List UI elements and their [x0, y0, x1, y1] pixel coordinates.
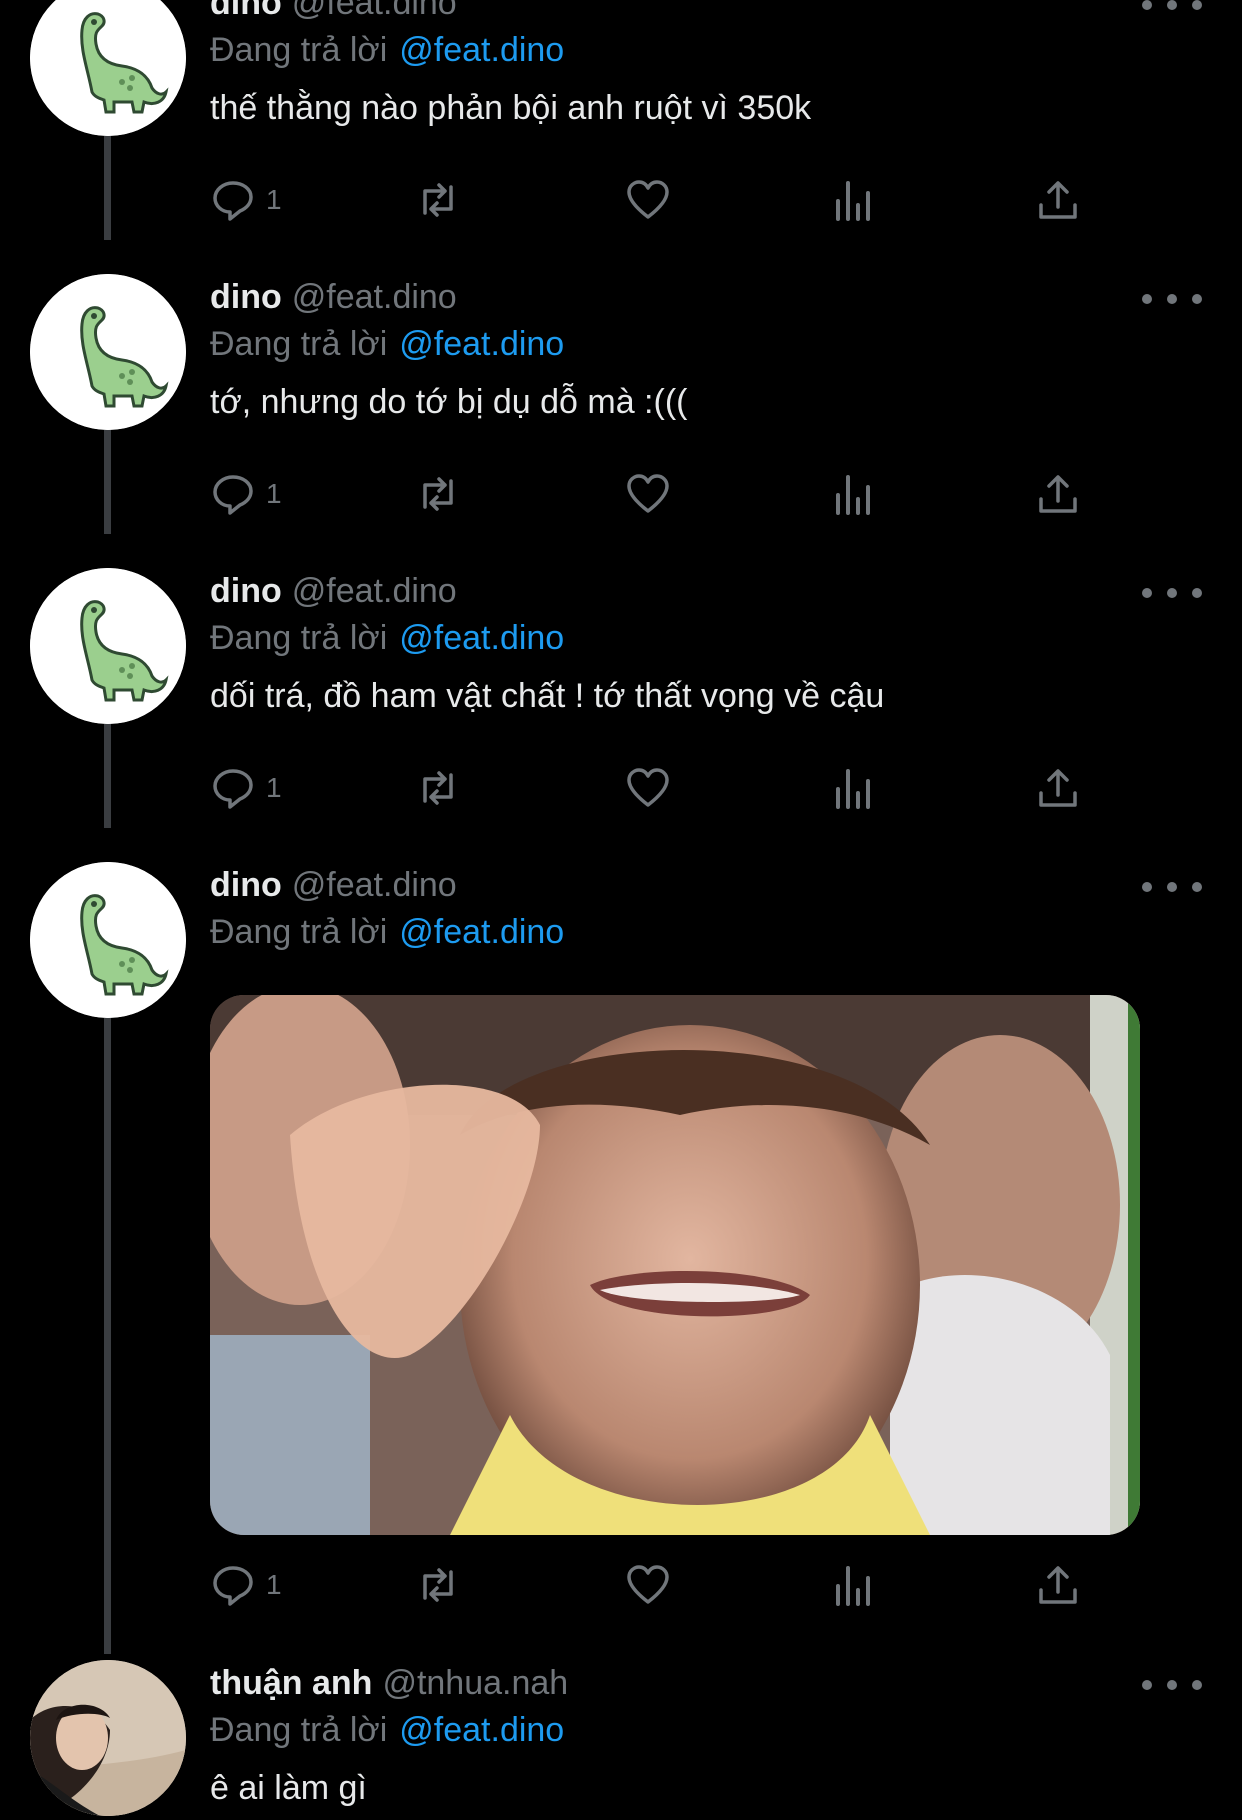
reply-icon [213, 1566, 253, 1606]
reply-button[interactable]: 1 [210, 1555, 282, 1615]
author-name[interactable]: dino [210, 866, 282, 904]
reply-mention-link[interactable]: @feat.dino [399, 619, 564, 657]
share-icon [1039, 769, 1077, 807]
reply-prefix: Đang trả lời [210, 619, 388, 657]
tweet[interactable]: thuận anh @tnhua.nah Đang trả lời @feat.di… [0, 1660, 1242, 1820]
dino-avatar-icon [30, 0, 186, 136]
retweet-button[interactable] [415, 758, 461, 818]
reply-button[interactable]: 1 [210, 170, 282, 230]
avatar[interactable] [30, 274, 186, 430]
tweet-text: thế thằng nào phản bội anh ruột vì 350k [210, 89, 812, 127]
share-button[interactable] [1035, 758, 1081, 818]
reply-prefix: Đang trả lời [210, 1711, 388, 1749]
reply-mention-link[interactable]: @feat.dino [399, 1711, 564, 1749]
share-button[interactable] [1035, 464, 1081, 524]
like-button[interactable] [625, 170, 671, 230]
share-icon [1039, 1566, 1077, 1604]
more-icon[interactable] [1142, 284, 1202, 314]
dino-avatar-icon [30, 568, 186, 724]
retweet-icon [423, 1568, 453, 1602]
views-button[interactable] [830, 1555, 876, 1615]
avatar[interactable] [30, 862, 186, 1018]
reply-prefix: Đang trả lời [210, 913, 388, 951]
tweet-text: tớ, nhưng do tớ bị dụ dỗ mà :((( [210, 383, 688, 421]
tweet-actions: 1 [210, 1555, 1110, 1615]
crying-photo [210, 995, 1140, 1535]
retweet-button[interactable] [415, 170, 461, 230]
views-icon [836, 1566, 870, 1606]
views-icon [836, 475, 870, 515]
author-name[interactable]: dino [210, 0, 282, 22]
retweet-icon [423, 771, 453, 805]
user-photo-avatar [30, 1660, 186, 1816]
reply-button[interactable]: 1 [210, 464, 282, 524]
author-handle[interactable]: @feat.dino [292, 572, 457, 610]
author-handle[interactable]: @feat.dino [292, 0, 457, 22]
author-name[interactable]: dino [210, 572, 282, 610]
author-handle[interactable]: @feat.dino [292, 278, 457, 316]
tweet-text: ê ai làm gì [210, 1769, 367, 1807]
author-handle[interactable]: @tnhua.nah [382, 1664, 568, 1702]
thread-line [104, 1018, 111, 1654]
more-icon[interactable] [1142, 872, 1202, 902]
retweet-icon [423, 183, 453, 217]
dino-avatar-icon [30, 274, 186, 430]
heart-icon [627, 180, 669, 219]
share-icon [1039, 475, 1077, 513]
more-icon[interactable] [1142, 0, 1202, 20]
heart-icon [627, 1565, 669, 1604]
views-button[interactable] [830, 758, 876, 818]
heart-icon [627, 768, 669, 807]
author-name[interactable]: dino [210, 278, 282, 316]
avatar[interactable] [30, 568, 186, 724]
retweet-button[interactable] [415, 1555, 461, 1615]
avatar[interactable] [30, 0, 186, 136]
tweet-actions: 1 [210, 464, 1110, 524]
dino-avatar-icon [30, 862, 186, 1018]
reply-button[interactable]: 1 [210, 758, 282, 818]
heart-icon [627, 474, 669, 513]
reply-mention-link[interactable]: @feat.dino [399, 31, 564, 69]
reply-icon [213, 475, 253, 515]
views-icon [836, 181, 870, 221]
reply-icon [213, 181, 253, 221]
reply-count: 1 [266, 1569, 282, 1600]
reply-mention-link[interactable]: @feat.dino [399, 913, 564, 951]
reply-icon [213, 769, 253, 809]
like-button[interactable] [625, 1555, 671, 1615]
like-button[interactable] [625, 464, 671, 524]
tweet-actions: 1 [210, 170, 1110, 230]
retweet-icon [423, 477, 453, 511]
reply-mention-link[interactable]: @feat.dino [399, 325, 564, 363]
share-icon [1039, 181, 1077, 219]
more-icon[interactable] [1142, 578, 1202, 608]
reply-count: 1 [266, 184, 282, 215]
views-button[interactable] [830, 170, 876, 230]
views-icon [836, 769, 870, 809]
retweet-button[interactable] [415, 464, 461, 524]
views-button[interactable] [830, 464, 876, 524]
share-button[interactable] [1035, 1555, 1081, 1615]
tweet-media-image[interactable] [210, 995, 1140, 1535]
author-name[interactable]: thuận anh [210, 1664, 372, 1702]
reply-prefix: Đang trả lời [210, 31, 388, 69]
reply-count: 1 [266, 478, 282, 509]
more-icon[interactable] [1142, 1670, 1202, 1700]
share-button[interactable] [1035, 170, 1081, 230]
reply-count: 1 [266, 772, 282, 803]
like-button[interactable] [625, 758, 671, 818]
tweet-actions: 1 [210, 758, 1110, 818]
tweet-text: dối trá, đồ ham vật chất ! tớ thất vọng … [210, 677, 885, 715]
reply-prefix: Đang trả lời [210, 325, 388, 363]
avatar[interactable] [30, 1660, 186, 1816]
author-handle[interactable]: @feat.dino [292, 866, 457, 904]
